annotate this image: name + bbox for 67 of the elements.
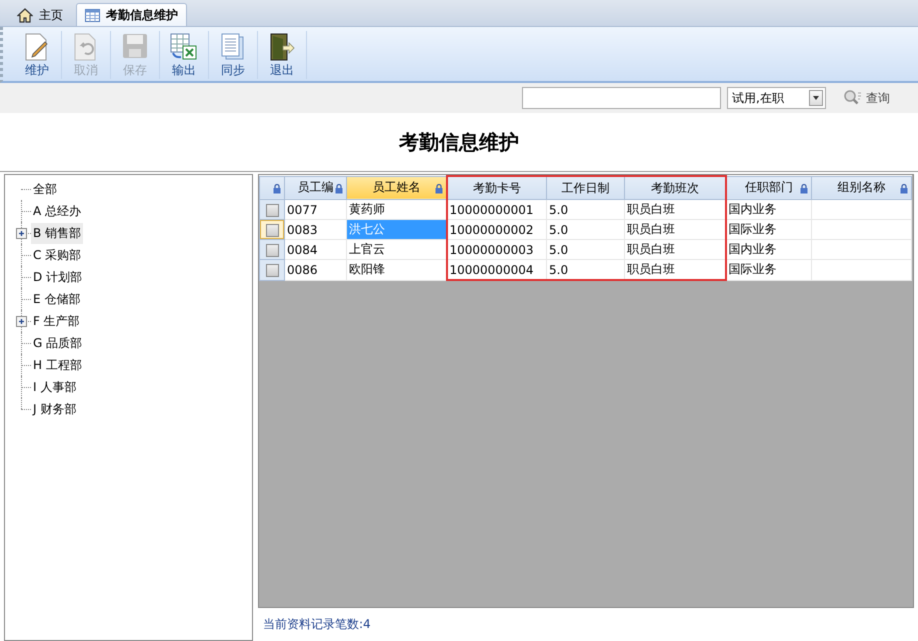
column-header[interactable]: 考勤班次 bbox=[624, 176, 726, 200]
tree-item[interactable]: A 总经办 bbox=[31, 200, 84, 222]
table-icon bbox=[85, 8, 100, 22]
toolbar-button[interactable]: 输出 bbox=[160, 31, 209, 79]
table-cell: 国际业务 bbox=[726, 220, 812, 240]
status-dropdown[interactable]: 试用,在职 bbox=[727, 87, 826, 109]
tree-item[interactable]: I 人事部 bbox=[31, 376, 78, 398]
table-cell: 10000000003 bbox=[446, 240, 546, 260]
record-count: 当前资料记录笔数:4 bbox=[262, 616, 372, 633]
search-field[interactable] bbox=[522, 87, 721, 109]
table-cell: 5.0 bbox=[546, 200, 624, 220]
table-cell: 洪七公 bbox=[346, 220, 446, 240]
table-cell: 5.0 bbox=[546, 220, 624, 240]
row-selector[interactable] bbox=[260, 260, 284, 280]
table-cell: 0084 bbox=[284, 240, 346, 260]
toolbar-button[interactable]: 退出 bbox=[258, 31, 307, 79]
table-cell: 10000000002 bbox=[446, 220, 546, 240]
spreadsheet-export-icon bbox=[170, 33, 198, 61]
pencil-document-icon bbox=[24, 33, 50, 61]
tree-item[interactable]: J 财务部 bbox=[31, 398, 78, 420]
tree-item[interactable]: D 计划部 bbox=[31, 266, 84, 288]
table-cell: 国际业务 bbox=[726, 260, 812, 280]
column-header[interactable]: 员工姓名 bbox=[346, 176, 446, 200]
tree-item[interactable]: F 生产部 bbox=[31, 310, 82, 332]
row-checkbox[interactable] bbox=[266, 244, 278, 257]
row-selector[interactable] bbox=[260, 240, 284, 260]
search-icon bbox=[844, 90, 862, 106]
table-cell: 职员白班 bbox=[624, 240, 726, 260]
table-cell: 职员白班 bbox=[624, 220, 726, 240]
table-cell: 国内业务 bbox=[726, 200, 812, 220]
tab[interactable]: 考勤信息维护 bbox=[76, 3, 187, 26]
query-button[interactable]: 查询 bbox=[838, 88, 896, 108]
table-cell: 5.0 bbox=[546, 260, 624, 280]
tree-item[interactable]: C 采购部 bbox=[31, 244, 84, 266]
column-header[interactable]: 员工编 bbox=[284, 176, 346, 200]
tab[interactable]: 主页 bbox=[8, 3, 72, 26]
table-cell: 10000000004 bbox=[446, 260, 546, 280]
column-header[interactable]: 任职部门 bbox=[726, 176, 812, 200]
toolbar-button[interactable]: 同步 bbox=[209, 31, 258, 79]
expand-icon[interactable] bbox=[16, 228, 27, 239]
row-selector[interactable] bbox=[260, 220, 284, 240]
home-icon bbox=[17, 8, 33, 22]
dropdown-arrow-icon bbox=[813, 96, 819, 100]
expand-icon[interactable] bbox=[16, 316, 27, 327]
table-cell: 国内业务 bbox=[726, 240, 812, 260]
door-exit-icon bbox=[269, 33, 295, 61]
tree-item[interactable]: G 品质部 bbox=[31, 332, 84, 354]
column-header[interactable]: 组别名称 bbox=[812, 176, 912, 200]
column-header[interactable]: 工作日制 bbox=[546, 176, 624, 200]
toolbar-button[interactable]: 维护 bbox=[13, 31, 62, 79]
table-cell: 0077 bbox=[284, 200, 346, 220]
row-checkbox[interactable] bbox=[266, 204, 278, 217]
page-title: 考勤信息维护 bbox=[399, 128, 519, 156]
tree-item[interactable]: 全部 bbox=[31, 178, 59, 200]
tree-item[interactable]: B 销售部 bbox=[31, 222, 84, 244]
table-cell: 职员白班 bbox=[624, 200, 726, 220]
tree-item[interactable]: H 工程部 bbox=[31, 354, 84, 376]
table-cell: 0086 bbox=[284, 260, 346, 280]
documents-icon bbox=[221, 33, 245, 61]
table-cell: 10000000001 bbox=[446, 200, 546, 220]
tree-item[interactable]: E 仓储部 bbox=[31, 288, 82, 310]
row-checkbox[interactable] bbox=[266, 224, 278, 237]
table-cell: 5.0 bbox=[546, 240, 624, 260]
column-header[interactable]: 考勤卡号 bbox=[446, 176, 546, 200]
table-cell: 职员白班 bbox=[624, 260, 726, 280]
row-selector[interactable] bbox=[260, 200, 284, 220]
row-checkbox[interactable] bbox=[266, 264, 278, 277]
